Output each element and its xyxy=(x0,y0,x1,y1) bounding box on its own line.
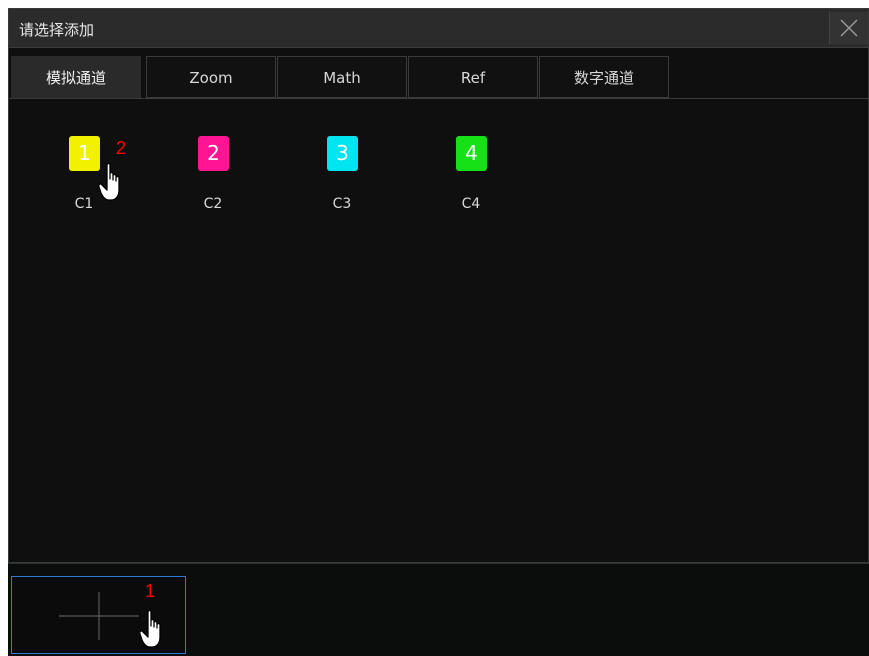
channel-4-chip[interactable]: 4 xyxy=(456,136,487,171)
tab-zoom[interactable]: Zoom xyxy=(146,56,276,98)
channel-item-c2[interactable]: 2 C2 xyxy=(183,136,243,216)
hand-pointer-icon xyxy=(99,162,120,201)
tab-math[interactable]: Math xyxy=(277,56,407,98)
dialog-titlebar: 请选择添加 xyxy=(9,9,868,48)
close-icon xyxy=(840,19,858,37)
channel-item-c3[interactable]: 3 C3 xyxy=(312,136,372,216)
tab-bar: 模拟通道 Zoom Math Ref 数字通道 xyxy=(9,56,868,99)
channel-3-label: C3 xyxy=(332,196,352,212)
step-1-annotation: 1 xyxy=(145,581,156,601)
bottom-bar: 1 xyxy=(8,563,869,656)
add-plus-icon xyxy=(59,592,139,640)
channel-item-c4[interactable]: 4 C4 xyxy=(441,136,501,216)
close-button[interactable] xyxy=(829,12,868,44)
add-window-slot[interactable]: 1 xyxy=(11,576,186,654)
tab-ref[interactable]: Ref xyxy=(408,56,538,98)
tab-analog-channels[interactable]: 模拟通道 xyxy=(11,56,141,98)
step-2-annotation: 2 xyxy=(116,138,127,158)
oscilloscope-screen: 请选择添加 模拟通道 Zoom Math Ref 数字通道 1 C1 2 C2 … xyxy=(8,8,869,656)
channel-1-chip[interactable]: 1 xyxy=(69,136,100,171)
tab-digital-channels[interactable]: 数字通道 xyxy=(539,56,669,98)
channel-3-chip[interactable]: 3 xyxy=(327,136,358,171)
channel-2-chip[interactable]: 2 xyxy=(198,136,229,171)
hand-pointer-icon xyxy=(140,609,161,648)
dialog-title: 请选择添加 xyxy=(19,21,95,39)
add-dialog: 请选择添加 模拟通道 Zoom Math Ref 数字通道 1 C1 2 C2 … xyxy=(8,8,869,563)
channel-4-label: C4 xyxy=(461,196,481,212)
channel-2-label: C2 xyxy=(203,196,223,212)
